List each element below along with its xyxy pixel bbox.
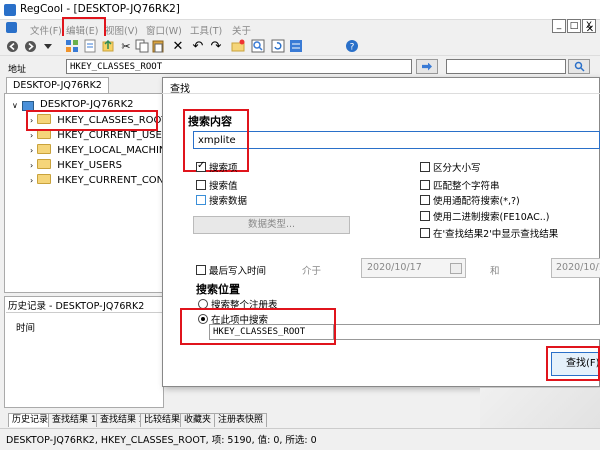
opt-show-results-2[interactable]: 在'查找结果2'中显示查找结果 (420, 226, 558, 240)
secondary-close-button[interactable]: ✕ (584, 24, 596, 36)
app-icon (4, 4, 16, 16)
data-type-button[interactable]: 数据类型... (193, 216, 350, 234)
folder-icon (37, 144, 52, 154)
address-input[interactable]: HKEY_CLASSES_ROOT (66, 59, 412, 74)
menu-file[interactable]: 文件(F) (30, 23, 62, 37)
tree-item-hku[interactable]: › HKEY_USERS (30, 159, 122, 173)
search-text-input[interactable]: xmplite (193, 131, 600, 149)
quick-search-input[interactable] (446, 59, 566, 74)
history-title: 历史记录 - DESKTOP-JQ76RK2 (8, 301, 145, 312)
watermark (480, 388, 600, 428)
copy-icon[interactable] (134, 38, 150, 54)
opt-search-keys[interactable]: 搜索项 (196, 160, 238, 174)
checkbox-icon (420, 162, 430, 172)
mdi-maximize-button[interactable]: □ (567, 19, 581, 33)
expand-arrow-icon: › (30, 161, 34, 170)
address-label: 地址 (8, 65, 27, 75)
window-title: RegCool - [DESKTOP-JQ76RK2] (20, 3, 180, 15)
checkbox-icon (196, 180, 206, 190)
expand-arrow-icon: › (30, 176, 34, 185)
collapse-arrow-icon[interactable]: ∨ (12, 101, 18, 110)
tree-item-label: HKEY_CURRENT_USER (57, 130, 169, 141)
registry-icon[interactable] (64, 38, 80, 54)
menu-view[interactable]: 视图(V) (105, 23, 138, 37)
tree-item-label: HKEY_CURRENT_CONFIG (57, 175, 162, 186)
quick-search-button[interactable] (568, 59, 590, 74)
status-text: DESKTOP-JQ76RK2, HKEY_CLASSES_ROOT, 项: 5… (6, 435, 317, 446)
opt-search-values[interactable]: 搜索值 (196, 178, 238, 192)
tree-root[interactable]: DESKTOP-JQ76RK2 (40, 99, 134, 110)
folder-icon (37, 159, 52, 169)
folder-icon (37, 174, 52, 184)
menu-tools[interactable]: 工具(T) (190, 23, 222, 37)
address-go-button[interactable] (416, 59, 438, 74)
delete-icon[interactable]: ✕ (170, 38, 186, 54)
go-arrow-icon (422, 62, 432, 71)
checkbox-icon (196, 265, 206, 275)
redo-icon[interactable]: ↷ (208, 38, 224, 54)
location-path-extension (334, 324, 600, 340)
calendar-icon (450, 263, 462, 274)
tab-find-results-1[interactable]: 查找结果 1 (48, 413, 101, 427)
mdi-app-icon (6, 22, 17, 33)
date-to-picker[interactable]: 2020/10/17 (551, 258, 600, 278)
checkbox-icon (196, 195, 206, 205)
dialog-title-divider (162, 93, 600, 94)
tree-item-hklm[interactable]: › HKEY_LOCAL_MACHINE (30, 144, 173, 158)
highlight-find-button (546, 346, 600, 381)
tab-compare-results[interactable]: 比较结果 (140, 413, 185, 427)
checkbox-icon (420, 228, 430, 238)
tree-tab[interactable]: DESKTOP-JQ76RK2 (6, 77, 109, 93)
new-key-icon[interactable] (230, 38, 246, 54)
back-icon[interactable] (4, 38, 20, 54)
highlight-edit-menu (62, 17, 106, 38)
expand-arrow-icon: › (30, 146, 34, 155)
opt-last-write-time[interactable]: 最后写入时间 (196, 263, 266, 277)
compare-icon[interactable] (288, 38, 304, 54)
opt-case-sensitive[interactable]: 区分大小写 (420, 160, 481, 174)
cut-icon[interactable]: ✂ (118, 38, 134, 54)
find-icon[interactable] (250, 38, 266, 54)
mdi-minimize-button[interactable]: _ (552, 19, 566, 33)
refresh-icon[interactable] (270, 38, 286, 54)
history-header (6, 312, 162, 313)
import-icon[interactable] (82, 38, 98, 54)
undo-icon[interactable]: ↶ (190, 38, 206, 54)
tree-item-hkcc[interactable]: › HKEY_CURRENT_CONFIG (30, 174, 162, 188)
paste-icon[interactable] (150, 38, 166, 54)
tab-favorites[interactable]: 收藏夹 (180, 413, 216, 427)
checkbox-icon (420, 211, 430, 221)
help-icon[interactable]: ? (344, 38, 360, 54)
tab-snapshot[interactable]: 注册表快照 (214, 413, 268, 427)
highlight-location (180, 308, 336, 345)
dropdown-arrow-icon[interactable] (40, 38, 56, 54)
history-column-time[interactable]: 时间 (16, 320, 35, 334)
date-to-value: 2020/10/17 (556, 262, 600, 273)
menu-about[interactable]: 关于 (232, 23, 251, 37)
svg-text:?: ? (350, 43, 355, 53)
opt-binary[interactable]: 使用二进制搜索(FE10AC..) (420, 209, 549, 223)
checkbox-icon (420, 195, 430, 205)
highlight-hkcr (26, 110, 158, 131)
tree-item-label: HKEY_LOCAL_MACHINE (57, 145, 173, 156)
and-label: 和 (490, 266, 500, 277)
between-label: 介于 (302, 266, 322, 277)
search-location-label: 搜索位置 (196, 283, 240, 296)
date-from-picker[interactable]: 2020/10/17 (361, 258, 466, 278)
opt-match-whole[interactable]: 匹配整个字符串 (420, 178, 500, 192)
checkbox-checked-icon (196, 160, 206, 172)
opt-search-data[interactable]: 搜索数据 (196, 193, 247, 207)
menu-window[interactable]: 窗口(W) (146, 23, 182, 37)
search-icon (574, 61, 585, 72)
tree-item-hkcu[interactable]: › HKEY_CURRENT_USER (30, 129, 169, 143)
forward-icon[interactable] (22, 38, 38, 54)
date-from-value: 2020/10/17 (367, 262, 422, 273)
expand-arrow-icon: › (30, 131, 34, 140)
tab-history[interactable]: 历史记录 (8, 413, 53, 427)
tree-item-label: HKEY_USERS (57, 160, 122, 171)
checkbox-icon (420, 180, 430, 190)
opt-wildcard[interactable]: 使用通配符搜索(*,?) (420, 193, 520, 207)
export-icon[interactable] (100, 38, 116, 54)
